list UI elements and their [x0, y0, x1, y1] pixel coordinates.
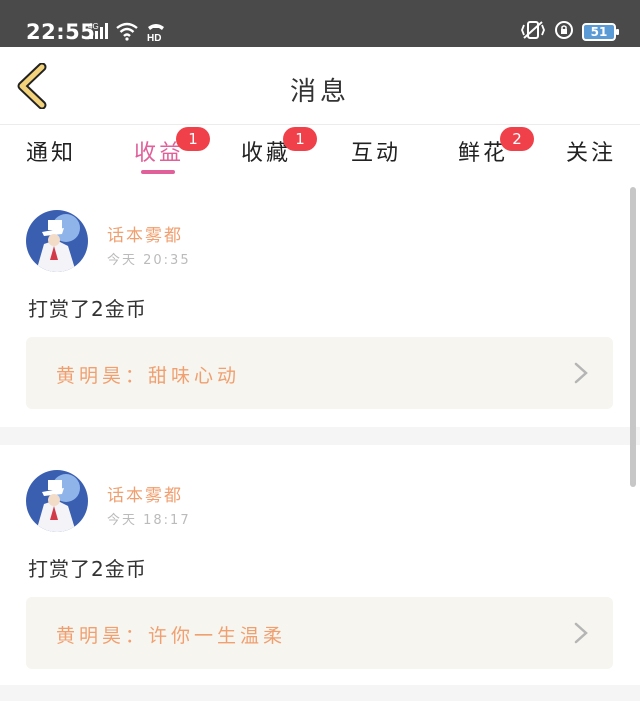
chevron-right-icon	[574, 362, 588, 384]
tab-label: 互动	[351, 141, 402, 166]
page-title: 消息	[289, 77, 350, 107]
book-title: 黄明昊：许你一生温柔	[56, 625, 287, 647]
tab-badge: 2	[500, 127, 534, 151]
status-right-icons: 51	[520, 20, 619, 44]
vibrate-icon	[520, 20, 546, 44]
status-left-icons: 4G HD	[88, 20, 168, 46]
wifi-icon	[115, 21, 139, 45]
tab-interactions[interactable]: 互动	[351, 135, 401, 167]
rotation-lock-icon	[554, 20, 574, 44]
divider	[0, 685, 640, 701]
divider	[0, 427, 640, 445]
chevron-right-icon	[574, 622, 588, 644]
scrollbar[interactable]	[630, 187, 636, 487]
network-type-label: 4G	[88, 22, 99, 31]
tab-flowers[interactable]: 鲜花 2	[458, 127, 534, 167]
hd-label: HD	[147, 33, 161, 42]
active-tab-indicator	[141, 170, 175, 174]
tab-bar: 通知 收益 1 收藏 1 互动 鲜花 2 关注	[0, 125, 640, 177]
avatar[interactable]	[26, 470, 88, 532]
tab-following[interactable]: 关注	[566, 135, 616, 167]
message-card: 话本雾都 今天 18:17 打赏了2金币 黄明昊：许你一生温柔	[0, 445, 628, 701]
tab-notifications[interactable]: 通知	[26, 135, 76, 167]
book-link[interactable]: 黄明昊：甜味心动	[26, 337, 613, 409]
message-text: 打赏了2金币	[28, 557, 147, 581]
signal-icon: 4G	[88, 21, 110, 45]
tab-badge: 1	[176, 127, 210, 151]
message-card: 话本雾都 今天 20:35 打赏了2金币 黄明昊：甜味心动	[0, 177, 628, 427]
status-bar: 22:55 4G HD 51	[0, 0, 640, 47]
avatar[interactable]	[26, 210, 88, 272]
user-name[interactable]: 话本雾都	[107, 221, 183, 246]
book-title: 黄明昊：甜味心动	[56, 365, 241, 387]
message-time: 今天 18:17	[107, 513, 191, 528]
user-name[interactable]: 话本雾都	[107, 481, 183, 506]
tab-favorites[interactable]: 收藏 1	[241, 127, 317, 167]
battery-icon: 51	[582, 23, 619, 41]
status-time: 22:55	[26, 20, 96, 44]
tab-label: 通知	[26, 141, 77, 166]
tab-label: 关注	[566, 141, 617, 166]
header: 消息	[0, 47, 640, 125]
message-time: 今天 20:35	[107, 253, 191, 268]
hd-call-icon: HD	[144, 20, 168, 46]
message-list[interactable]: 话本雾都 今天 20:35 打赏了2金币 黄明昊：甜味心动 话本雾都 今天 18…	[0, 177, 640, 701]
tab-earnings[interactable]: 收益 1	[134, 127, 210, 167]
book-link[interactable]: 黄明昊：许你一生温柔	[26, 597, 613, 669]
message-text: 打赏了2金币	[28, 297, 147, 321]
tab-badge: 1	[283, 127, 317, 151]
